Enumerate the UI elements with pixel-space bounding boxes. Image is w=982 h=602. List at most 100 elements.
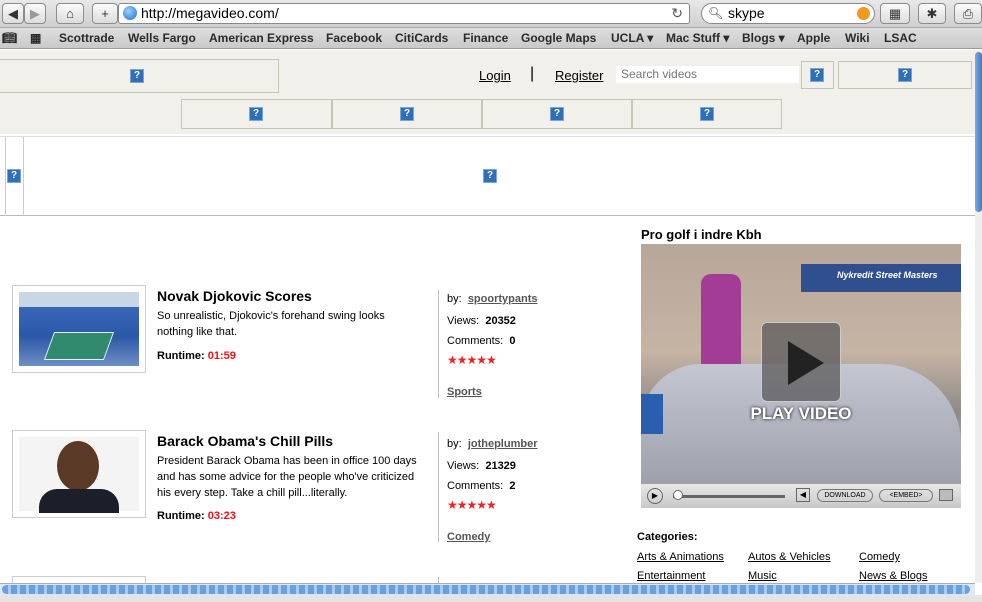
video-title[interactable]: Barack Obama's Chill Pills [157,433,333,449]
divider [438,432,439,542]
video-thumbnail[interactable] [12,430,146,518]
bookmark-item[interactable]: American Express [209,31,314,45]
tennis-thumbnail-image [19,292,139,366]
play-button[interactable]: ▶ [647,488,663,504]
search-query: skype [728,5,765,21]
vertical-scrollbar[interactable] [975,50,982,583]
horizontal-scrollbar[interactable] [0,583,975,595]
missing-image-icon: ? [7,169,21,183]
scroll-thumb[interactable] [975,52,982,212]
header-right-box[interactable]: ? [838,61,972,89]
bookmark-item[interactable]: Finance [463,31,508,45]
back-button[interactable]: ◀ [2,3,24,24]
video-description: President Barack Obama has been in offic… [157,455,417,499]
download-button[interactable]: DOWNLOAD [817,489,873,502]
bookmark-item[interactable]: Wiki [845,31,870,45]
category-link[interactable]: Music [748,570,777,582]
register-link[interactable]: Register [555,68,603,83]
video-uploader: by: spoortypants [447,293,538,305]
video-views: Views: 20352 [447,315,516,327]
screenshot-button[interactable]: ▦ [880,3,910,24]
seek-bar[interactable] [673,495,785,498]
scroll-thumb[interactable] [2,585,970,594]
category-link[interactable]: Entertainment [637,570,705,582]
banner-left-rule [5,137,6,216]
video-runtime: Runtime: 01:59 [157,350,236,362]
category-link[interactable]: Comedy [859,551,900,563]
bookmarks-bar: 📖︎ ▦ Scottrade Wells Fargo American Expr… [0,28,982,49]
search-button[interactable]: ? [801,61,834,89]
browser-search-field[interactable]: 🔍︎ skype [701,3,875,24]
search-videos-input[interactable] [616,66,799,83]
search-icon: 🔍︎ [708,6,724,20]
missing-image-icon: ? [898,68,912,82]
category-link[interactable]: Arts & Animations [637,551,724,563]
ad-banner[interactable]: ? ? [0,136,975,216]
status-bar [0,595,982,602]
play-icon[interactable] [761,322,841,402]
header-separator: | [530,65,535,82]
featured-video-title[interactable]: Pro golf i indre Kbh [641,227,762,242]
nav-tab[interactable]: ? [632,99,782,129]
embed-button[interactable]: <EMBED> [879,489,933,502]
snapback-icon[interactable] [857,7,870,20]
nav-tab[interactable]: ? [482,99,632,129]
browser-toolbar: ◀ ▶ ⌂ + http://megavideo.com/ ↻ 🔍︎ skype… [0,0,982,28]
bookmark-item[interactable]: Google Maps [521,31,596,45]
video-views: Views: 21329 [447,460,516,472]
bookmark-item[interactable]: Blogs ▾ [742,31,785,45]
missing-image-icon: ? [400,107,414,121]
missing-image-icon: ? [700,107,714,121]
bookmark-item[interactable]: LSAC [884,31,917,45]
video-runtime: Runtime: 03:23 [157,510,236,522]
rating-stars: ★★★★★ [447,353,497,367]
seek-handle[interactable] [673,490,683,500]
category-link[interactable]: Autos & Vehicles [748,551,831,563]
nav-tab[interactable]: ? [181,99,332,129]
bookmark-item[interactable]: Mac Stuff ▾ [666,31,729,45]
video-thumbnail[interactable] [12,285,146,373]
banner-left-rule [23,137,24,216]
login-link[interactable]: Login [479,68,511,83]
forward-button[interactable]: ▶ [24,3,46,24]
grid-icon[interactable]: ▦ [30,31,41,45]
bookmark-item[interactable]: Facebook [326,31,382,45]
reload-icon[interactable]: ↻ [671,4,683,23]
logo-placeholder[interactable]: ? [0,59,279,93]
fullscreen-icon[interactable] [939,489,953,501]
bookmark-item[interactable]: Apple [797,31,830,45]
bookmark-item[interactable]: Scottrade [59,31,114,45]
nav-tab[interactable]: ? [332,99,482,129]
video-uploader: by: jotheplumber [447,438,538,450]
add-bookmark-button[interactable]: + [92,3,118,24]
uploader-link[interactable]: spoortypants [468,293,538,305]
category-link[interactable]: News & Blogs [859,570,927,582]
runtime-value: 01:59 [207,350,236,362]
print-button[interactable]: ⎙ [954,3,982,24]
volume-icon[interactable]: ◀ [796,488,810,502]
bookmark-item[interactable]: UCLA ▾ [611,31,653,45]
home-button[interactable]: ⌂ [56,3,84,24]
address-bar[interactable]: http://megavideo.com/ ↻ [118,3,690,24]
video-description: So unrealistic, Djokovic's forehand swin… [157,310,385,338]
video-comments: Comments: 2 [447,480,516,492]
sponsor-sign: Nykredit Street Masters [837,270,938,280]
runtime-value: 03:23 [207,510,236,522]
uploader-link[interactable]: jotheplumber [468,438,538,450]
category-link[interactable]: Sports [447,386,482,398]
missing-image-icon: ? [130,69,144,83]
missing-image-icon: ? [483,169,497,183]
rating-stars: ★★★★★ [447,498,497,512]
video-title[interactable]: Novak Djokovic Scores [157,288,312,304]
player-controls: ▶ ◀ DOWNLOAD <EMBED> [641,484,961,508]
bookmark-item[interactable]: CitiCards [395,31,448,45]
obama-thumbnail-image [19,437,139,513]
bookmark-item[interactable]: Wells Fargo [128,31,196,45]
site-header: ? Login | Register ? ? ? ? ? ? [0,50,975,134]
category-link[interactable]: Comedy [447,531,490,543]
play-video-label[interactable]: PLAY VIDEO [641,404,961,424]
video-player[interactable]: Nykredit Street Masters PLAY VIDEO ▶ ◀ D… [641,244,961,508]
bug-button[interactable]: ✱ [918,3,946,24]
book-icon[interactable]: 📖︎ [2,31,17,45]
missing-image-icon: ? [550,107,564,121]
